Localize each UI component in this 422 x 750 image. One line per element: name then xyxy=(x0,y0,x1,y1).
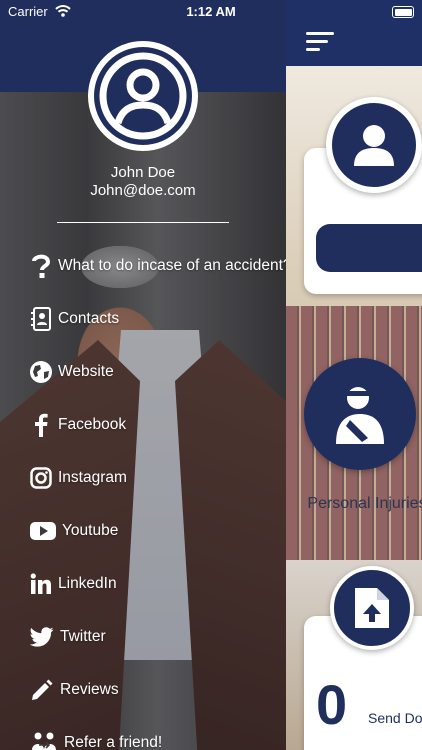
menu-item-label: LinkedIn xyxy=(58,575,117,592)
instagram-icon xyxy=(28,465,54,491)
menu-item-linkedin[interactable]: LinkedIn xyxy=(28,569,117,599)
menu-item-twitter[interactable]: Twitter xyxy=(28,622,106,652)
menu-button[interactable] xyxy=(306,32,336,52)
user-email: John@doe.com xyxy=(90,182,196,199)
menu-item-youtube[interactable]: Youtube xyxy=(28,516,118,546)
menu-item-label: Refer a friend! xyxy=(64,734,163,750)
hamburger-icon xyxy=(306,32,334,51)
injured-person-icon xyxy=(336,387,384,444)
profile-card-button[interactable] xyxy=(316,224,422,272)
profile-circle[interactable] xyxy=(326,97,422,193)
menu-item-accident[interactable]: What to do incase of an accident? xyxy=(28,251,286,281)
user-name: John Doe xyxy=(110,164,176,181)
status-bar: Carrier 1:12 AM xyxy=(0,0,422,24)
document-upload-circle[interactable] xyxy=(330,566,414,650)
avatar[interactable] xyxy=(88,41,198,151)
battery-icon xyxy=(392,6,414,18)
side-drawer: John Doe John@doe.com What to do incase … xyxy=(0,0,286,750)
personal-injuries-label: Personal Injuries xyxy=(307,495,422,512)
menu-item-reviews[interactable]: Reviews xyxy=(28,675,119,705)
file-upload-icon xyxy=(355,588,389,628)
menu-item-label: Youtube xyxy=(62,522,119,539)
linkedin-icon xyxy=(28,571,54,597)
send-documents-label: Send Do xyxy=(368,710,422,726)
menu-item-instagram[interactable]: Instagram xyxy=(28,463,127,493)
status-time: 1:12 AM xyxy=(186,4,236,19)
menu-item-label: Instagram xyxy=(58,469,127,486)
user-avatar-icon xyxy=(99,52,187,140)
avatar-circle xyxy=(94,47,192,145)
menu-item-label: What to do incase of an accident? xyxy=(58,257,286,274)
menu-item-contacts[interactable]: Contacts xyxy=(28,304,119,334)
contacts-icon xyxy=(28,306,54,332)
user-icon xyxy=(354,125,394,166)
facebook-icon xyxy=(28,412,54,438)
menu-item-label: Contacts xyxy=(58,310,120,327)
pencil-icon xyxy=(28,677,56,703)
twitter-icon xyxy=(28,624,56,650)
menu-item-label: Reviews xyxy=(60,681,119,698)
menu-item-facebook[interactable]: Facebook xyxy=(28,410,126,440)
personal-injuries-circle[interactable] xyxy=(304,358,416,470)
menu-item-label: Twitter xyxy=(60,628,106,645)
youtube-icon xyxy=(28,518,58,544)
menu-item-label: Website xyxy=(58,363,114,380)
divider xyxy=(57,222,229,223)
menu-item-refer[interactable]: Refer a friend! xyxy=(28,728,162,750)
refer-icon xyxy=(28,730,60,750)
menu-item-label: Facebook xyxy=(58,416,127,433)
question-icon xyxy=(28,253,54,279)
document-count: 0 xyxy=(316,673,348,736)
menu-item-website[interactable]: Website xyxy=(28,357,114,387)
globe-icon xyxy=(28,359,54,385)
main-screen: Personal Injuries 0 Send Do xyxy=(286,0,422,750)
battery-level xyxy=(394,8,412,16)
